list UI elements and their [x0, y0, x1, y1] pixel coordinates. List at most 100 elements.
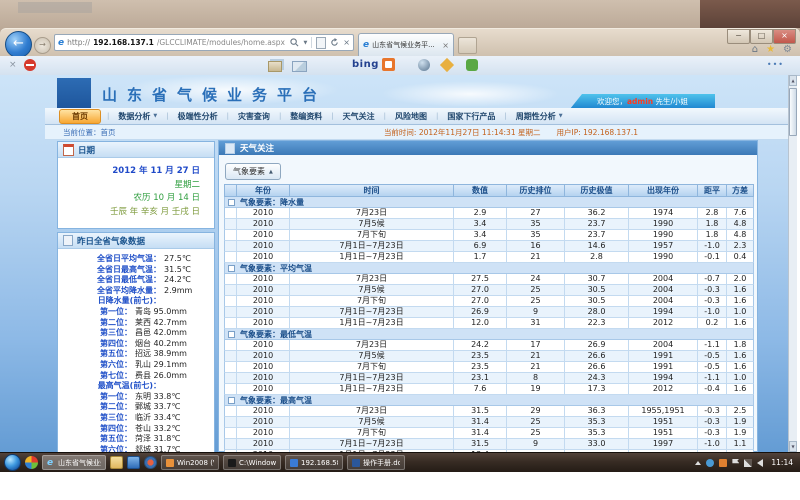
taskbar-button[interactable]: C:\Windows\s...	[223, 455, 281, 470]
taskbar-button-ie[interactable]: e 山东省气候业务...	[42, 455, 106, 470]
nav-item-8[interactable]: 周期性分析▼	[507, 111, 572, 122]
refresh-icon[interactable]	[330, 38, 339, 47]
address-bar[interactable]: e http://192.168.137.1/GLCCLIMATE/module…	[54, 34, 354, 51]
pinned-app-icon[interactable]	[25, 456, 38, 469]
rank-label[interactable]: 第三位：	[66, 413, 132, 424]
nav-item-3[interactable]: 灾害查询	[229, 111, 279, 122]
column-header[interactable]: 距平	[698, 184, 727, 197]
column-header[interactable]: 历史排位	[507, 184, 565, 197]
scroll-down-arrow-icon[interactable]: ▼	[789, 441, 797, 452]
stat-label[interactable]: 全省日最高气温：	[66, 265, 161, 276]
rank-group-label[interactable]: 最高气温(前七)：	[66, 381, 161, 392]
rank-label[interactable]: 第一位：	[66, 307, 132, 318]
mail-icon[interactable]	[292, 61, 307, 72]
rank-label[interactable]: 第四位：	[66, 339, 132, 350]
tray-app-icon[interactable]	[719, 459, 727, 467]
action-center-flag-icon[interactable]	[732, 459, 739, 467]
column-header[interactable]	[224, 184, 237, 197]
table-cell: 14.6	[565, 241, 629, 252]
taskbar-button[interactable]: 操作手册.docx ...	[347, 455, 405, 470]
back-button[interactable]: ←	[5, 31, 32, 58]
toolbar-close-icon[interactable]: ×	[9, 60, 17, 70]
more-options-icon[interactable]: •••	[767, 60, 784, 69]
breadcrumb: 当前位置：首页	[63, 127, 116, 138]
network-icon[interactable]	[744, 459, 752, 467]
bing-search-widget[interactable]: bing	[352, 58, 395, 71]
stat-label[interactable]: 全省平均降水量：	[66, 286, 161, 297]
media-player-icon[interactable]	[144, 456, 157, 469]
stop-icon[interactable]: ×	[343, 38, 350, 47]
taskbar-button[interactable]: 192.168.58.99...	[285, 455, 343, 470]
close-button[interactable]: ×	[773, 29, 796, 44]
forward-button[interactable]: →	[34, 37, 51, 54]
camera-icon[interactable]	[418, 59, 430, 71]
table-cell: 31.5	[454, 439, 507, 450]
nav-item-5[interactable]: 天气关注	[334, 111, 384, 122]
checkbox[interactable]	[228, 199, 235, 206]
table-cell	[224, 296, 237, 307]
nav-item-4[interactable]: 整编资料	[281, 111, 331, 122]
stat-label[interactable]: 全省日最低气温：	[66, 275, 161, 286]
nav-item-2[interactable]: 极端性分析	[169, 111, 227, 122]
addon-green-icon[interactable]	[466, 59, 478, 71]
pinned-app-icon[interactable]	[127, 456, 140, 469]
background-window-fragment	[700, 0, 800, 28]
rank-label[interactable]: 第四位：	[66, 424, 132, 435]
tray-expand-icon[interactable]	[695, 461, 701, 465]
checkbox[interactable]	[228, 397, 235, 404]
weather-watch-panel: 天气关注 气象要素 ▲ 年份时间数值历史排位历史极值出现年份距平方差气象要素：降…	[218, 140, 758, 452]
column-header[interactable]: 时间	[290, 184, 454, 197]
addon-logo-icon[interactable]	[24, 59, 36, 71]
taskbar-clock[interactable]: 11:14	[768, 458, 796, 467]
new-tab-button[interactable]	[458, 37, 477, 54]
tools-gear-icon[interactable]: ⚙	[783, 44, 792, 56]
nav-item-0[interactable]: 首页	[59, 109, 101, 124]
rank-label[interactable]: 第一位：	[66, 392, 132, 403]
minimize-button[interactable]: −	[727, 29, 750, 44]
rank-label[interactable]: 第六位：	[66, 360, 132, 371]
ie-page-icon: e	[58, 38, 64, 48]
table-cell: 2010	[237, 362, 290, 373]
rank-label[interactable]: 第二位：	[66, 318, 132, 329]
maximize-button[interactable]: □	[750, 29, 773, 44]
table-cell: 24.2	[454, 340, 507, 351]
column-header[interactable]: 数值	[454, 184, 507, 197]
table-cell: 7月23日	[290, 406, 454, 417]
card-icon[interactable]	[268, 61, 282, 72]
column-header[interactable]: 年份	[237, 184, 290, 197]
checkbox[interactable]	[228, 331, 235, 338]
rank-label[interactable]: 第五位：	[66, 349, 132, 360]
page-scrollbar[interactable]: ▲ ▼	[788, 75, 797, 452]
nav-item-6[interactable]: 风险地图	[386, 111, 436, 122]
start-button[interactable]	[4, 454, 21, 471]
checkbox[interactable]	[228, 265, 235, 272]
rank-group-label[interactable]: 日降水量(前七)：	[66, 296, 161, 307]
column-header[interactable]: 方差	[727, 184, 754, 197]
compatibility-view-icon[interactable]	[316, 37, 326, 49]
column-header[interactable]: 历史极值	[565, 184, 629, 197]
home-icon[interactable]: ⌂	[752, 44, 758, 56]
tab-close-icon[interactable]: ×	[442, 41, 449, 50]
rank-label[interactable]: 第五位：	[66, 434, 132, 445]
nav-item-1[interactable]: 数据分析▼	[109, 111, 166, 122]
nav-item-7[interactable]: 国家下行产品	[438, 111, 504, 122]
scroll-up-arrow-icon[interactable]: ▲	[789, 75, 797, 86]
autocomplete-caret-icon[interactable]: ▼	[303, 40, 307, 46]
element-selector-button[interactable]: 气象要素 ▲	[225, 163, 281, 180]
table-cell: 36.3	[565, 406, 629, 417]
favorites-icon[interactable]: ★	[766, 44, 775, 56]
rank-label[interactable]: 第七位：	[66, 371, 132, 382]
rank-label[interactable]: 第二位：	[66, 402, 132, 413]
explorer-icon[interactable]	[110, 456, 123, 469]
browser-tab[interactable]: e 山东省气候业务平... ×	[358, 33, 454, 56]
scrollbar-thumb[interactable]	[789, 88, 797, 136]
taskbar-button[interactable]: Win2008 (VS2...	[161, 455, 219, 470]
rank-label[interactable]: 第三位：	[66, 328, 132, 339]
column-header[interactable]: 出现年份	[629, 184, 698, 197]
tray-app-icon[interactable]	[706, 459, 714, 467]
volume-icon[interactable]	[757, 459, 763, 467]
sparkle-icon[interactable]	[440, 58, 454, 72]
stat-label[interactable]: 全省日平均气温：	[66, 254, 161, 265]
search-icon[interactable]	[290, 38, 299, 47]
rank-label[interactable]: 第六位：	[66, 445, 132, 452]
